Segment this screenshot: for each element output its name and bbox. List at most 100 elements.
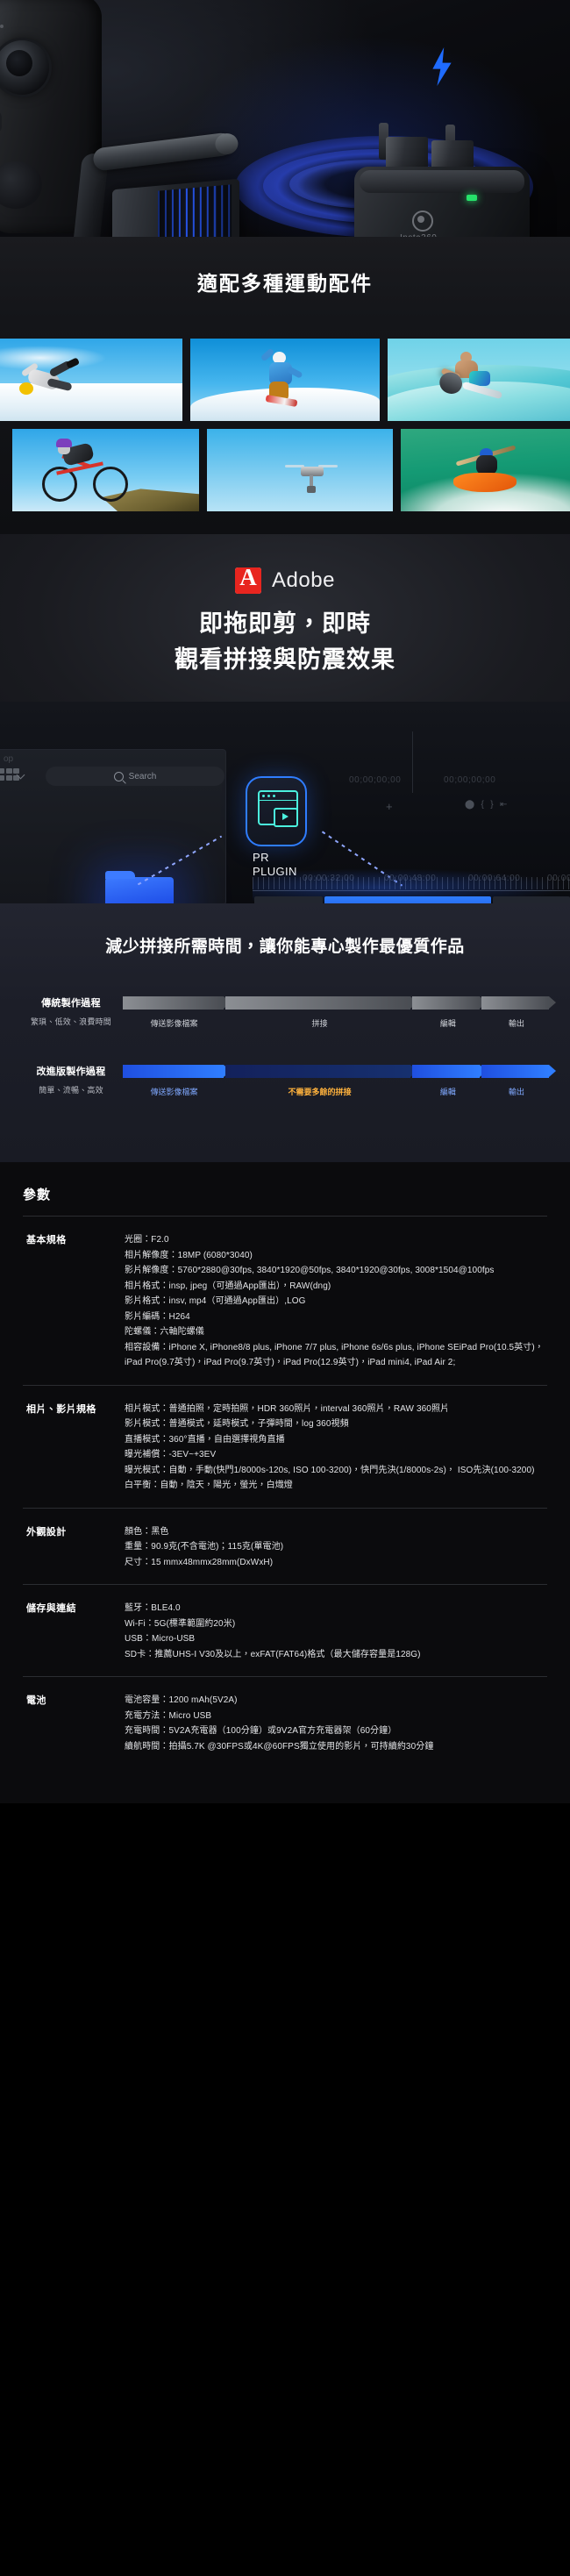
dock-brand-text: Insta360	[400, 233, 437, 237]
spec-row: 相片、影片規格 相片模式：普通拍照，定時拍照，HDR 360照片，interval…	[23, 1386, 547, 1509]
spec-value: 顏色：黑色	[125, 1526, 169, 1537]
spec-value: 曝光補償：-3EV~+3EV	[125, 1450, 217, 1459]
workflow-row-subtitle: 繁瑣、低效、浪費時間	[30, 1017, 111, 1026]
workflow-row: 傳統製作過程 繁瑣、低效、浪費時間 傳送影像檔案 拼接 編輯 輸出	[0, 995, 570, 1029]
spec-value: 陀螺儀：六軸陀螺儀	[125, 1327, 204, 1337]
spec-value: Wi-Fi：5G(標準範圍約20米)	[125, 1618, 236, 1629]
workflow-section: 減少拼接所需時間，讓你能專心製作最優質作品 傳統製作過程繁瑣、低效、浪費時間傳送…	[0, 903, 570, 1162]
workflow-step-label: 拼接	[311, 1019, 328, 1028]
spec-value: 相片格式：insp, jpeg（可通過App匯出），RAW(dng)	[125, 1281, 331, 1291]
spec-row-values: 藍牙：BLE4.0 Wi-Fi：5G(標準範圍約20米) USB：Micro-USB…	[125, 1601, 547, 1662]
spec-value: 相片模式：普通拍照，定時拍照，HDR 360照片，interval 360照片，…	[125, 1403, 450, 1414]
spec-value: 光圈：F2.0	[125, 1235, 169, 1245]
workflow-step-segment	[412, 1064, 487, 1078]
kayaking-photo[interactable]	[401, 429, 570, 511]
workflow-step-segment	[225, 1064, 418, 1078]
battery-blue-fins	[158, 184, 232, 237]
workflow-headline: 減少拼接所需時間，讓你能專心製作最優質作品	[105, 938, 465, 956]
spec-row-key: 儲存與連結	[26, 1603, 76, 1614]
spec-row-key: 相片、影片規格	[26, 1403, 96, 1415]
spec-value: 曝光模式：自動，手動(快門1/8000s-120s, ISO 100-3200)…	[125, 1465, 535, 1475]
timeline-clip[interactable]	[324, 896, 491, 903]
pr-plugin-icon[interactable]	[246, 776, 307, 846]
charging-dock: Insta360	[354, 167, 530, 237]
workflow-row: 改進版製作過程 簡單、流暢、高效 傳送影像檔案 不需要多餘的拼接 編輯 輸出	[0, 1064, 570, 1097]
workflow-step-label: 輸出	[508, 1088, 524, 1096]
workflow-step-segment	[225, 995, 418, 1010]
specs-table: 基本規格 光圈：F2.0 相片解像度：18MP (6080*3040) 影片解像度：5…	[23, 1216, 547, 1768]
spec-row: 基本規格 光圈：F2.0 相片解像度：18MP (6080*3040) 影片解像度：5…	[23, 1217, 547, 1386]
drone-figure	[285, 465, 338, 494]
lightning-bolt-icon	[432, 47, 452, 86]
biker-figure	[42, 438, 133, 502]
workflow-row-subtitle-wrap: 繁瑣、低效、浪費時間	[19, 1010, 123, 1027]
spec-value: 相片解像度：18MP (6080*3040)	[125, 1250, 253, 1260]
media-folder-icon[interactable]	[105, 871, 174, 903]
workflow-caption-row: 簡單、流暢、高效 傳送影像檔案 不需要多餘的拼接 編輯 輸出	[19, 1078, 551, 1097]
camera-lens	[0, 40, 49, 95]
panel-divider-1	[412, 731, 413, 793]
spec-value: 充電方法：Micro USB	[125, 1710, 212, 1721]
spec-value: 藍牙：BLE4.0	[125, 1603, 181, 1613]
premiere-plugin-mockup: op Search VID_20180631170Z PR PLUGIN	[0, 702, 570, 903]
search-icon	[113, 771, 124, 781]
adobe-headline-line-1: 即拖即剪，即時	[199, 610, 371, 637]
surfing-photo[interactable]	[388, 339, 570, 421]
spec-row-values: 光圈：F2.0 相片解像度：18MP (6080*3040) 影片解像度：5760*…	[125, 1232, 547, 1371]
spec-row-key: 外觀設計	[26, 1526, 67, 1538]
workflow-row-subtitle-wrap: 簡單、流暢、高效	[19, 1078, 123, 1095]
workflow-step-label: 編輯	[439, 1088, 456, 1096]
workflow-progress-bar	[123, 1064, 556, 1078]
spec-value: 續航時間：拍攝5.7K @30FPS或4K@60FPS獨立使用的影片，可持續約3…	[125, 1741, 434, 1752]
spec-value: 白平衡：自動，陰天，陽光，螢光，白熾燈	[125, 1481, 293, 1490]
dock-status-led	[467, 195, 477, 201]
spec-row-values: 顏色：黑色重量：90.9克(不含電池)；115克(單電池) 尺寸：15 mmx48…	[125, 1524, 547, 1571]
accessories-row-1	[0, 339, 570, 421]
spec-row-key: 基本規格	[26, 1235, 67, 1245]
spec-value: 影片格式：insv, mp4（可通過App匯出）,LOG	[125, 1296, 306, 1306]
adobe-section: Adobe 即拖即剪，即時 觀看拼接與防震效果 op Search VID_20…	[0, 534, 570, 903]
product-page: Insta360 適配多種運動配件	[0, 0, 570, 1803]
spec-row: 外觀設計 顏色：黑色重量：90.9克(不含電池)；115克(單電池) 尺寸：15 m…	[23, 1509, 547, 1585]
workflow-step-label: 輸出	[508, 1019, 524, 1028]
snowboarding-photo[interactable]	[190, 339, 380, 421]
spec-value: 直播模式：360°直播，自由選擇視角直播	[125, 1434, 285, 1445]
timecode-1: 00;00;00;00	[349, 775, 402, 785]
add-marker-icon[interactable]: +	[386, 800, 393, 813]
workflow-step-label: 編輯	[439, 1019, 456, 1028]
pr-plugin-label-line-1: PR	[253, 851, 269, 864]
workflow-bar-line: 傳統製作過程	[19, 995, 556, 1010]
workflow-rows: 傳統製作過程 繁瑣、低效、浪費時間 傳送影像檔案 拼接 編輯 輸出 改進版製作過程 簡單、流暢…	[0, 995, 570, 1097]
drone-photo[interactable]	[206, 429, 394, 511]
workflow-bar-line: 改進版製作過程	[19, 1064, 556, 1078]
timeline-clip[interactable]	[254, 896, 323, 903]
skydiving-photo[interactable]	[0, 339, 182, 421]
workflow-step-label: 傳送影像檔案	[150, 1088, 198, 1096]
snowboarder-figure	[259, 347, 310, 408]
spec-value: 重量：90.9克(不含電池)；115克(單電池)	[125, 1542, 284, 1552]
workflow-step-segment	[481, 995, 556, 1010]
camera-mic-dot	[0, 25, 4, 28]
tool-icons[interactable]: ⬤ { } ⇤	[465, 800, 508, 810]
spec-row: 電池 電池容量：1200 mAh(5V2A) 充電方法：Micro USB 充電時間：…	[23, 1677, 547, 1768]
spec-value: 尺寸：15 mmx48mmx28mm(DxWxH)	[125, 1557, 274, 1567]
search-input[interactable]: Search	[46, 767, 224, 786]
camera-lower-lens	[0, 161, 42, 209]
panel-tab-label: op	[4, 754, 14, 764]
specs-title: 參數	[23, 1188, 52, 1202]
workflow-row-label: 傳統製作過程	[19, 995, 123, 1010]
spec-row: 儲存與連結 藍牙：BLE4.0 Wi-Fi：5G(標準範圍約20米) USB：Micr…	[23, 1585, 547, 1677]
accessories-grid	[0, 339, 570, 511]
spec-value: USB：Micro-USB	[125, 1634, 196, 1644]
timeline-clip[interactable]	[493, 896, 570, 903]
spec-value: SD卡：推薦UHS-I V30及以上，exFAT(FAT64)格式（最大儲存容量…	[125, 1649, 421, 1659]
play-icon	[274, 808, 298, 827]
spec-row-values: 相片模式：普通拍照，定時拍照，HDR 360照片，interval 360照片，…	[125, 1402, 547, 1494]
adobe-brand-row: Adobe	[0, 567, 570, 594]
spec-value: 充電時間：5V2A充電器（100分鐘）或9V2A官方充電器架（60分鐘）	[125, 1726, 397, 1736]
spec-value: 影片模式：普通模式，延時模式，子彈時間，log 360視頻	[125, 1419, 349, 1429]
workflow-row-title: 改進版製作過程	[36, 1067, 106, 1077]
mountain-biking-photo[interactable]	[12, 429, 199, 511]
camera-side-button	[0, 111, 2, 133]
workflow-row-subtitle: 簡單、流暢、高效	[39, 1086, 103, 1095]
